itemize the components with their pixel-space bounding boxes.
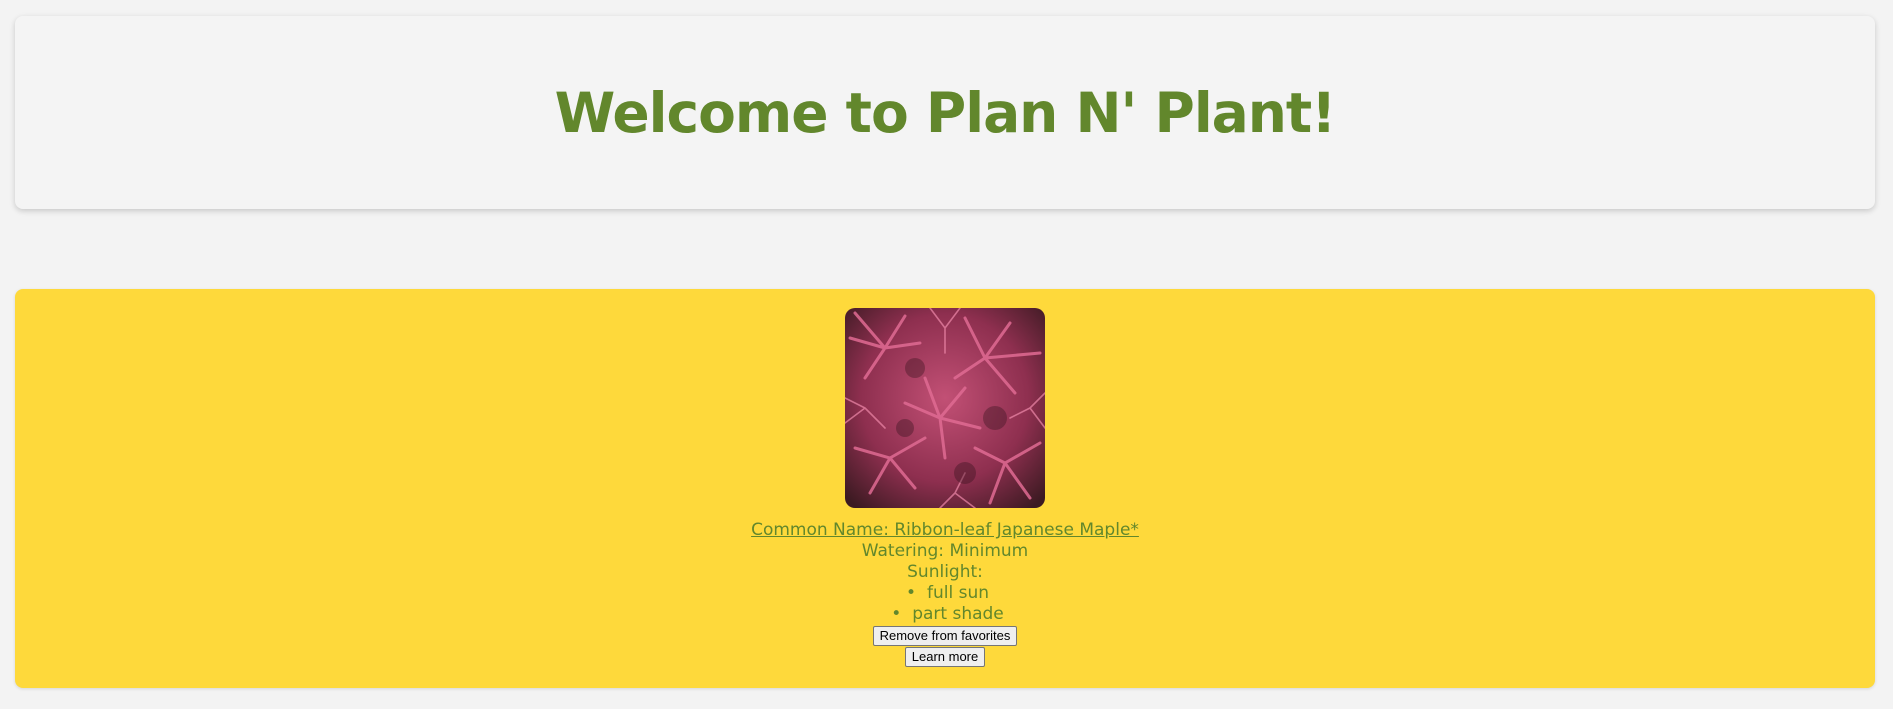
plant-card: Common Name: Ribbon-leaf Japanese Maple*… (15, 289, 1875, 688)
plant-common-name-link[interactable]: Common Name: Ribbon-leaf Japanese Maple* (751, 520, 1139, 540)
sunlight-list: full sun part shade (15, 583, 1875, 625)
plant-watering: Watering: Minimum (861, 541, 1029, 561)
plant-info: Common Name: Ribbon-leaf Japanese Maple*… (15, 520, 1875, 667)
site-header: Welcome to Plan N' Plant! (15, 16, 1875, 209)
remove-from-favorites-button[interactable]: Remove from favorites (872, 625, 1018, 646)
learn-more-button[interactable]: Learn more (904, 646, 986, 667)
plant-image (845, 308, 1045, 508)
page-title: Welcome to Plan N' Plant! (554, 80, 1337, 145)
plant-sunlight-label: Sunlight: (907, 562, 983, 582)
sunlight-item: full sun (15, 583, 1875, 604)
sunlight-item: part shade (15, 604, 1875, 625)
